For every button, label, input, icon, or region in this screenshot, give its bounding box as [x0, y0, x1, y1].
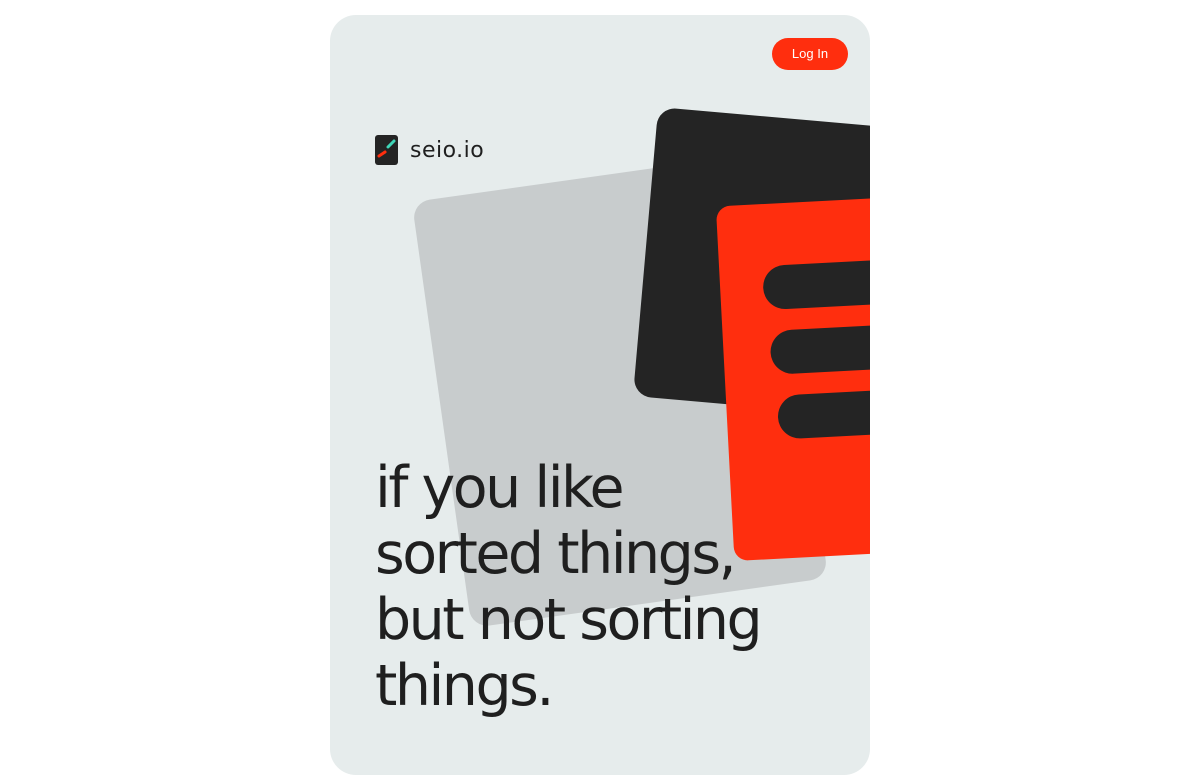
hero-headline: if you like sorted things, but not sorti…	[375, 455, 865, 719]
headline-line: things.	[375, 653, 554, 719]
headline-line: sorted things,	[375, 521, 737, 587]
headline-line: if you like	[375, 455, 625, 521]
brand-logo[interactable]: seio.io	[375, 135, 484, 165]
list-line-bar	[769, 319, 870, 375]
login-button[interactable]: Log In	[772, 38, 848, 70]
headline-line: but not sorting	[375, 587, 763, 653]
hero-card: Log In seio.io if you like sorted things…	[330, 15, 870, 775]
list-line-bar	[776, 384, 870, 440]
list-line-bar	[762, 255, 870, 311]
brand-name: seio.io	[410, 137, 485, 163]
seio-logo-icon	[375, 135, 398, 165]
